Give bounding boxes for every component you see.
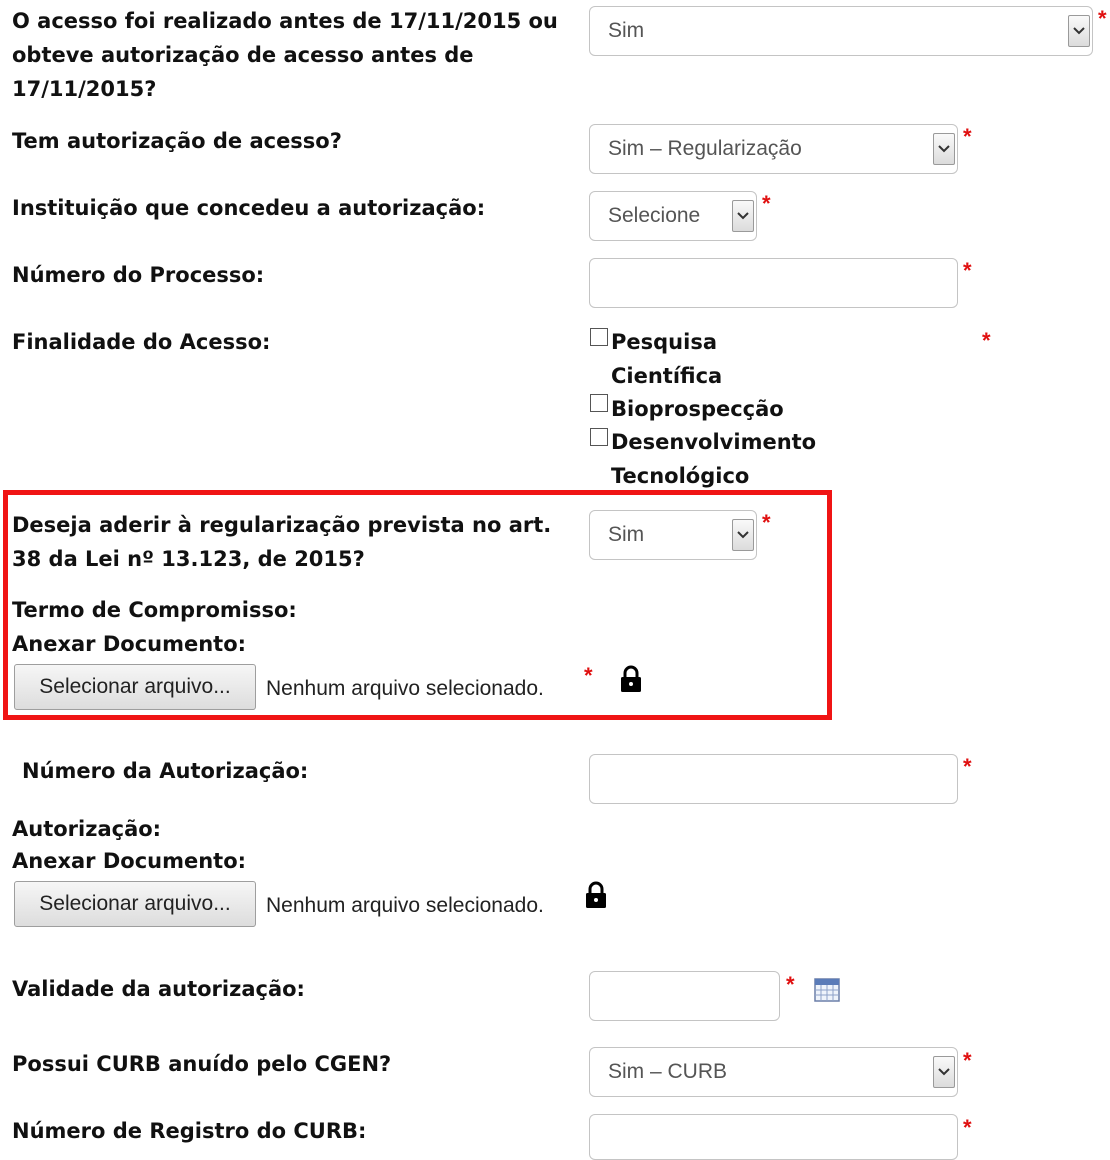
chevron-down-icon xyxy=(933,1056,955,1088)
required-mark: * xyxy=(762,191,771,216)
label-tem-autorizacao: Tem autorização de acesso? xyxy=(12,129,342,153)
label-aderir-regularizacao: Deseja aderir à regularização prevista n… xyxy=(12,513,552,571)
required-mark: * xyxy=(963,754,972,779)
required-mark: * xyxy=(584,663,593,688)
chevron-down-icon xyxy=(933,133,955,165)
select-file-button-termo[interactable]: Selecionar arquivo... xyxy=(14,664,256,710)
input-numero-registro-curb[interactable] xyxy=(589,1114,958,1160)
select-acesso-antes-2015[interactable]: Sim xyxy=(589,6,1093,56)
required-mark: * xyxy=(762,510,771,535)
select-aderir-regularizacao[interactable]: Sim xyxy=(589,510,757,560)
chevron-down-icon xyxy=(1068,15,1090,47)
checkbox-pesquisa-cientifica[interactable] xyxy=(590,328,608,346)
label-instituicao: Instituição que concedeu a autorização: xyxy=(12,196,486,220)
lock-icon xyxy=(620,665,642,697)
input-numero-processo[interactable] xyxy=(589,258,958,308)
label-numero-processo: Número do Processo: xyxy=(12,263,265,287)
label-acesso-antes-2015: O acesso foi realizado antes de 17/11/20… xyxy=(12,9,558,101)
label-termo-compromisso: Termo de Compromisso: xyxy=(12,598,297,622)
label-numero-autorizacao: Número da Autorização: xyxy=(22,759,309,783)
file-status-autorizacao: Nenhum arquivo selecionado. xyxy=(266,894,544,917)
option-bioprospeccao: Bioprospecção xyxy=(611,397,784,421)
label-anexar-documento-termo: Anexar Documento: xyxy=(12,632,247,656)
label-possui-curb: Possui CURB anuído pelo CGEN? xyxy=(12,1052,392,1076)
required-mark: * xyxy=(982,328,991,353)
required-mark: * xyxy=(963,1115,972,1140)
checkbox-desenvolvimento-tecnologico[interactable] xyxy=(590,428,608,446)
select-file-button-autorizacao[interactable]: Selecionar arquivo... xyxy=(14,881,256,927)
chevron-down-icon xyxy=(732,200,754,232)
label-validade-autorizacao: Validade da autorização: xyxy=(12,977,305,1001)
label-anexar-documento-autorizacao: Anexar Documento: xyxy=(12,849,247,873)
checkbox-bioprospeccao[interactable] xyxy=(590,394,608,412)
input-validade-autorizacao[interactable] xyxy=(589,971,780,1021)
lock-icon xyxy=(585,881,607,913)
required-mark: * xyxy=(1098,6,1107,31)
option-pesquisa-cientifica: Pesquisa Científica xyxy=(611,330,723,388)
input-numero-autorizacao[interactable] xyxy=(589,754,958,804)
required-mark: * xyxy=(963,124,972,149)
select-possui-curb[interactable]: Sim – CURB xyxy=(589,1047,958,1097)
select-instituicao[interactable]: Selecione xyxy=(589,191,757,241)
calendar-icon[interactable] xyxy=(814,977,840,1007)
label-numero-registro-curb: Número de Registro do CURB: xyxy=(12,1119,367,1143)
select-tem-autorizacao[interactable]: Sim – Regularização xyxy=(589,124,958,174)
label-finalidade: Finalidade do Acesso: xyxy=(12,330,271,354)
label-autorizacao: Autorização: xyxy=(12,817,162,841)
chevron-down-icon xyxy=(732,519,754,551)
option-desenvolvimento-tecnologico: Desenvolvimento Tecnológico xyxy=(611,430,817,488)
required-mark: * xyxy=(786,972,795,997)
required-mark: * xyxy=(963,1048,972,1073)
required-mark: * xyxy=(963,258,972,283)
file-status-termo: Nenhum arquivo selecionado. xyxy=(266,677,544,700)
